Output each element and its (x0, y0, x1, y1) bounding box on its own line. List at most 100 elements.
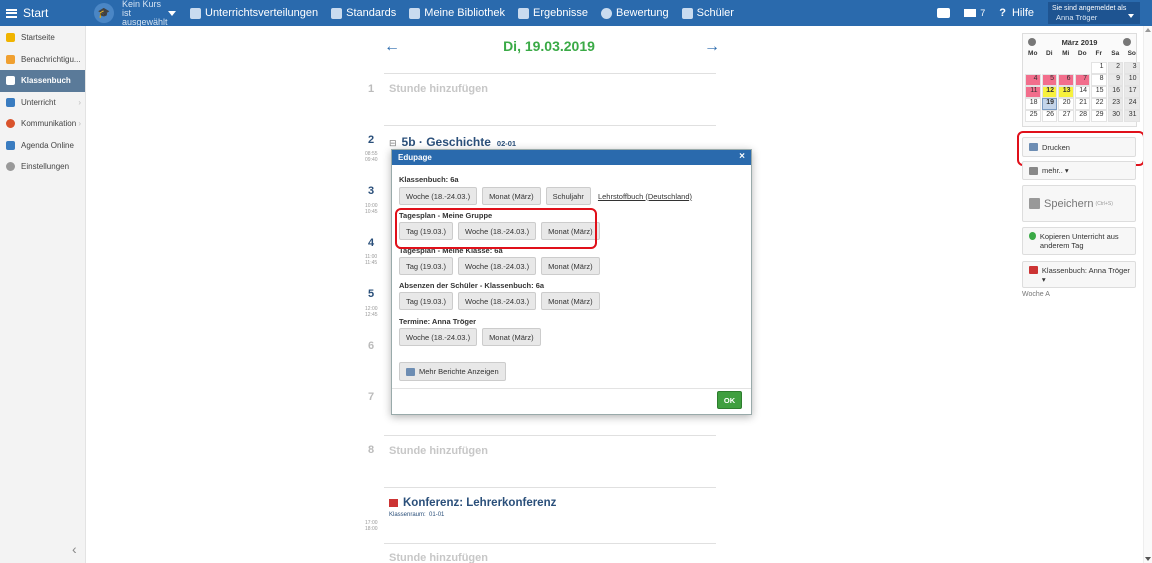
calendar-day[interactable]: 26 (1041, 110, 1057, 122)
calendar-day[interactable]: 18 (1025, 98, 1041, 110)
copy-lesson-button[interactable]: Kopieren Unterricht aus anderem Tag (1022, 227, 1136, 255)
calendar-day[interactable]: 7 (1074, 74, 1090, 86)
pencil-icon (6, 140, 15, 150)
calendar-day[interactable]: 14 (1074, 86, 1090, 98)
calendar-day[interactable]: 25 (1025, 110, 1041, 122)
messages-button[interactable]: 7 (964, 8, 985, 18)
add-lesson-link[interactable]: Stunde hinzufügen (389, 83, 488, 95)
calendar-day[interactable]: 8 (1091, 74, 1107, 86)
calendar-day[interactable]: 29 (1091, 110, 1107, 122)
calendar-day[interactable]: 20 (1058, 98, 1074, 110)
nav-meine-bibliothek[interactable]: Meine Bibliothek (409, 7, 505, 19)
dialog-title: Edupage (398, 153, 432, 162)
more-button[interactable]: mehr.. ▾ (1022, 161, 1136, 180)
calendar-day[interactable]: 2 (1107, 62, 1123, 74)
calendar-day[interactable]: 16 (1107, 86, 1123, 98)
lesson-time: 11:00 11:45 (365, 254, 377, 266)
calendar-day[interactable]: 22 (1091, 98, 1107, 110)
collapse-icon[interactable]: ⊟ (389, 138, 397, 149)
nav-ergebnisse[interactable]: Ergebnisse (518, 7, 588, 19)
calendar-day[interactable]: 4 (1025, 74, 1041, 86)
sidebar-item-kommunikation[interactable]: Kommunikation › (0, 113, 85, 135)
add-lesson-link[interactable]: Stunde hinzufügen (389, 445, 488, 457)
envelope-icon (964, 9, 977, 17)
printer-icon (406, 367, 415, 376)
calendar-empty-cell (1075, 62, 1091, 74)
calendar-day[interactable]: 9 (1107, 74, 1123, 86)
classbook-label: Klassenbuch: Anna Tröger ▾ (1041, 266, 1130, 284)
week-label: Woche A (1022, 291, 1050, 298)
lesson-title[interactable]: ⊟ 5b · Geschichte 02-01 (389, 135, 516, 149)
report-button[interactable]: Woche (18.-24.03.) (399, 328, 478, 346)
report-button[interactable]: Monat (März) (482, 328, 541, 346)
report-button[interactable]: Monat (März) (541, 257, 600, 275)
lesson-number: 5 (368, 288, 375, 300)
report-button[interactable]: Schuljahr (545, 187, 591, 205)
report-button[interactable]: Woche (18.-24.03.) (458, 292, 537, 310)
printer-icon (1029, 143, 1038, 151)
nav-unterrichtsverteilungen[interactable]: Unterrichtsverteilungen (190, 7, 318, 19)
more-reports-button[interactable]: Mehr Berichte Anzeigen (399, 362, 506, 381)
conference-room: Klassenraum: 01-01 (389, 512, 444, 518)
start-menu-button[interactable]: Start (0, 0, 86, 26)
lehrstoffbuch-link[interactable]: Lehrstoffbuch (Deutschland) (598, 192, 692, 201)
conference-title[interactable]: Konferenz: Lehrerkonferenz (389, 497, 556, 509)
help-button[interactable]: ? Hilfe (999, 7, 1034, 19)
report-button[interactable]: Tag (19.03.) (399, 292, 454, 310)
sidebar-item-agenda-online[interactable]: Agenda Online (0, 135, 85, 157)
calendar-day[interactable]: 13 (1058, 86, 1074, 98)
nav-bewertung[interactable]: Bewertung (601, 7, 669, 19)
calendar-day[interactable]: 24 (1124, 98, 1140, 110)
calendar-day[interactable]: 6 (1058, 74, 1074, 86)
calendar-day[interactable]: 31 (1124, 110, 1140, 122)
scroll-up-icon[interactable] (1145, 28, 1151, 32)
report-button[interactable]: Monat (März) (541, 292, 600, 310)
calendar-day[interactable]: 23 (1107, 98, 1123, 110)
previous-month-icon[interactable] (1028, 38, 1036, 46)
calendar-day[interactable]: 12 (1041, 86, 1057, 98)
close-icon[interactable]: × (739, 151, 745, 162)
calendar-day[interactable]: 10 (1124, 74, 1140, 86)
sidebar-item-einstellungen[interactable]: Einstellungen (0, 156, 85, 178)
calendar-day[interactable]: 15 (1091, 86, 1107, 98)
calendar-day[interactable]: 30 (1107, 110, 1123, 122)
calendar-day[interactable]: 27 (1058, 110, 1074, 122)
sidebar-item-benachrichtigungen[interactable]: Benachrichtigu... (0, 49, 85, 71)
report-button[interactable]: Monat (März) (482, 187, 541, 205)
calendar-day[interactable]: 28 (1074, 110, 1090, 122)
calendar-day[interactable]: 1 (1091, 62, 1107, 74)
ok-button[interactable]: OK (717, 391, 742, 409)
tools-icon (1029, 166, 1038, 175)
calendar-day[interactable]: 11 (1025, 86, 1041, 98)
library-icon (409, 7, 421, 19)
collapse-sidebar-icon[interactable]: ‹ (72, 541, 77, 557)
page-scrollbar[interactable] (1143, 26, 1152, 563)
report-button[interactable]: Woche (18.-24.03.) (458, 257, 537, 275)
chevron-right-icon: › (78, 119, 81, 129)
calendar-day[interactable]: 19 (1041, 98, 1057, 110)
calendar-day[interactable]: 17 (1124, 86, 1140, 98)
classbook-selector[interactable]: Klassenbuch: Anna Tröger ▾ (1022, 261, 1136, 288)
next-month-icon[interactable] (1123, 38, 1131, 46)
sidebar-item-unterricht[interactable]: Unterricht › (0, 92, 85, 114)
chat-icon[interactable] (937, 8, 951, 18)
gear-icon (6, 162, 15, 172)
user-menu[interactable]: Sie sind angemeldet als Anna Tröger (1048, 2, 1140, 24)
save-button[interactable]: Speichern (Ctrl+S) (1022, 185, 1136, 222)
sidebar-item-klassenbuch[interactable]: Klassenbuch (0, 70, 85, 92)
course-selector[interactable]: 🎓 Kein Kurs ist ausgewählt (94, 0, 176, 27)
scroll-down-icon[interactable] (1145, 557, 1151, 561)
nav-schueler[interactable]: Schüler (681, 7, 734, 19)
calendar-icon (1029, 266, 1038, 274)
add-lesson-link[interactable]: Stunde hinzufügen (389, 552, 488, 563)
calendar-day[interactable]: 21 (1074, 98, 1090, 110)
next-day-arrow-icon[interactable]: → (704, 38, 720, 56)
report-button[interactable]: Tag (19.03.) (399, 257, 454, 275)
nav-standards[interactable]: Standards (331, 7, 396, 19)
calendar-day[interactable]: 3 (1124, 62, 1140, 74)
report-button[interactable]: Woche (18.-24.03.) (399, 187, 478, 205)
calendar-day[interactable]: 5 (1041, 74, 1057, 86)
weekday-label: Mi (1062, 50, 1070, 57)
print-button[interactable]: Drucken (1022, 137, 1136, 157)
sidebar-item-startseite[interactable]: Startseite (0, 27, 85, 49)
